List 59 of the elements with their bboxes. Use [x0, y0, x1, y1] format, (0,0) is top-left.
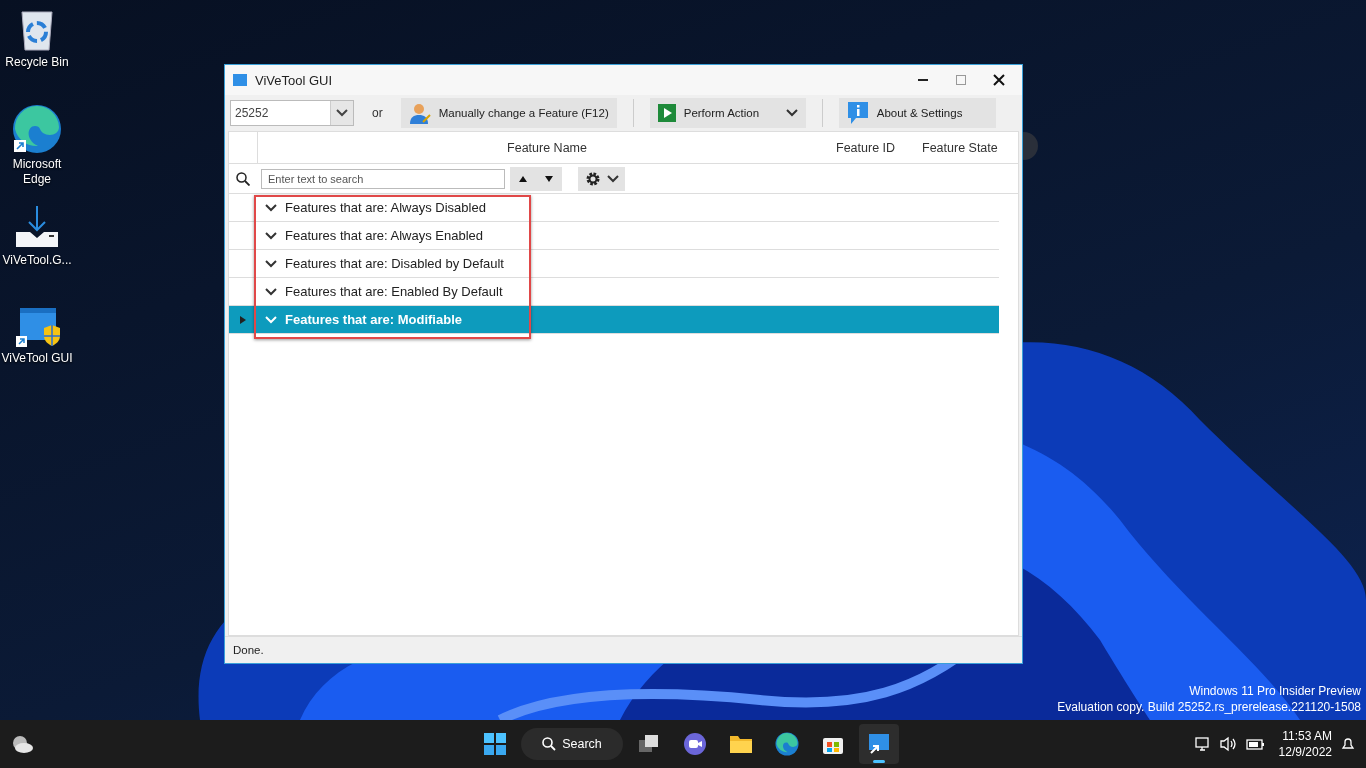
column-header[interactable]: Feature Name: [258, 132, 836, 163]
column-header[interactable]: Feature State: [922, 132, 1018, 163]
person-icon: [408, 102, 431, 124]
settings-dropdown-button[interactable]: [578, 166, 625, 191]
taskbar-app-button[interactable]: [859, 724, 899, 764]
chevron-down-icon: [265, 231, 277, 240]
triangle-up-icon: [519, 175, 527, 182]
triangle-down-icon: [545, 175, 553, 182]
toolbar-button[interactable]: Perform Action: [649, 98, 806, 128]
search-field[interactable]: Enter text to search: [261, 168, 505, 189]
sort-up-button[interactable]: [510, 166, 536, 191]
column-header[interactable]: Feature ID: [836, 132, 922, 163]
clock[interactable]: 11:53 AM 12/9/2022: [1278, 728, 1332, 760]
dropdown-caret-icon: [785, 109, 798, 117]
watermark-text: Windows 11 Pro Insider Preview: [1189, 683, 1361, 699]
recycle-bin-icon[interactable]: [19, 8, 55, 52]
row-pointer-icon: [240, 315, 246, 324]
build-combo-box[interactable]: 25252: [230, 100, 354, 126]
maximize-icon: [956, 75, 966, 85]
search-icon: [542, 737, 557, 751]
notification-bell-icon[interactable]: [1340, 736, 1356, 752]
app-window-icon[interactable]: [14, 306, 60, 348]
status-text: Done.: [233, 644, 264, 656]
desktop-icon-label[interactable]: ViVeTool.G...: [2, 253, 72, 268]
window-title: ViVeTool GUI: [255, 72, 334, 88]
volume-icon[interactable]: [1218, 736, 1237, 752]
video-chat-icon: [683, 732, 707, 756]
browser-icon: [775, 732, 799, 756]
network-icon[interactable]: [1194, 736, 1211, 752]
installer-icon[interactable]: [14, 204, 60, 250]
info-icon: [846, 101, 869, 125]
chevron-down-icon: [265, 315, 277, 324]
desktop-icon-label[interactable]: Microsoft Edge: [0, 157, 74, 187]
dropdown-caret-icon: [336, 109, 348, 117]
watermark-text: Evaluation copy. Build 25252.rs_prerelease.221120-1508: [1057, 699, 1361, 715]
chevron-down-icon: [265, 259, 277, 268]
app-icon: [233, 74, 247, 86]
toolbar-button[interactable]: Manually change a Feature (F12): [400, 98, 617, 128]
battery-icon[interactable]: [1244, 737, 1265, 751]
toolbar-button[interactable]: About & Settings: [838, 98, 996, 128]
desktop-icon-label[interactable]: Recycle Bin: [5, 55, 69, 70]
folder-icon: [729, 734, 753, 754]
chevron-down-icon: [265, 203, 277, 212]
windows-logo-icon: [484, 733, 506, 755]
gear-icon: [584, 170, 601, 187]
or-label: or: [372, 106, 383, 120]
sort-down-button[interactable]: [536, 166, 562, 191]
dropdown-caret-icon: [606, 174, 619, 183]
taskbar-search-button[interactable]: Search: [521, 728, 623, 760]
weather-icon[interactable]: [10, 734, 34, 754]
browser-icon[interactable]: [12, 104, 62, 154]
desktop-icon-label[interactable]: ViVeTool GUI: [1, 351, 73, 366]
chevron-down-icon: [265, 287, 277, 296]
search-icon: [236, 171, 250, 186]
close-icon: [993, 74, 1005, 86]
app-window-icon: [867, 733, 891, 755]
play-icon: [657, 104, 676, 122]
minimize-icon: [918, 79, 928, 81]
task-view-icon: [638, 734, 660, 754]
